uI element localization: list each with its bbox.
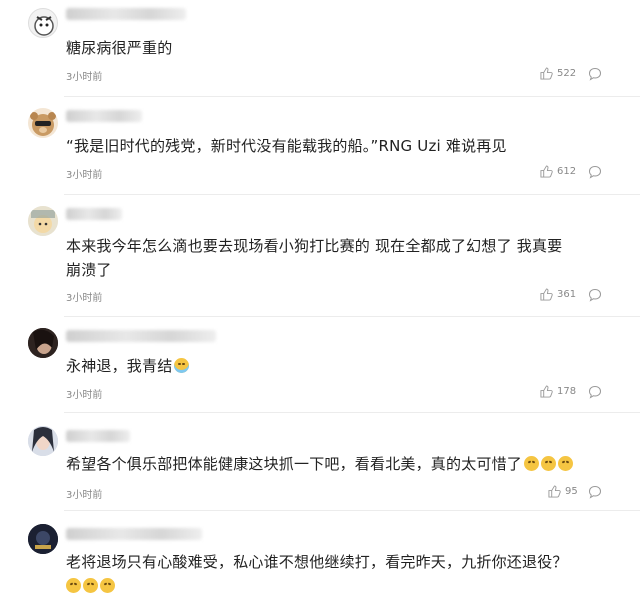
like-count: 95 [565,486,578,497]
comment-text: 老将退场只有心酸难受，私心谁不想他继续打，看完昨天，九折你还退役？ [66,553,568,571]
comment-text-content: 希望各个俱乐部把体能健康这块抓一下吧，看看北美，真的太可惜了 [66,455,523,473]
comment-time: 3小时前 [66,293,103,304]
comment-text: “我是旧时代的残党，新时代没有能载我的船。”RNG Uzi 难说再见 [66,137,507,155]
thumbs-up-icon [540,385,553,398]
thumbs-up-icon [540,67,553,80]
username-redacted[interactable] [66,528,202,540]
like-count: 178 [557,386,577,397]
comment-item: 老将退场只有心酸难受，私心谁不想他继续打，看完昨天，九折你还退役？ [0,510,640,597]
like-button[interactable]: 522 [540,67,576,80]
worried-face-emoji [541,456,557,471]
worried-face-emoji [66,578,81,593]
comment-time: 3小时前 [66,490,103,501]
comment-time: 3小时前 [66,72,103,83]
like-count: 612 [557,166,577,177]
speech-bubble-icon[interactable] [588,288,602,302]
comment-item: 糖尿病很严重的 3小时前 522 [0,0,640,96]
thumbs-up-icon [540,165,553,178]
crying-face-emoji [174,358,190,373]
username-redacted[interactable] [66,8,186,20]
avatar[interactable] [28,426,58,456]
comment-text: 糖尿病很严重的 [66,39,173,57]
like-button[interactable]: 95 [548,485,578,498]
speech-bubble-icon[interactable] [588,485,602,499]
comment-item: 永神退，我青结 3小时前 178 [0,316,640,412]
like-count: 361 [557,289,577,300]
comment-text-content: 永神退，我青结 [66,357,173,375]
avatar[interactable] [28,524,58,554]
username-redacted[interactable] [66,110,142,122]
comment-time: 3小时前 [66,170,103,181]
emoji-row [66,576,115,595]
thumbs-up-icon [540,288,553,301]
worried-face-emoji [558,456,574,471]
avatar[interactable] [28,328,58,358]
speech-bubble-icon[interactable] [588,67,602,81]
speech-bubble-icon[interactable] [588,165,602,179]
username-redacted[interactable] [66,208,122,220]
like-button[interactable]: 612 [540,165,576,178]
like-button[interactable]: 361 [540,288,576,301]
comment-text-line: 崩溃了 [66,261,112,279]
comment-text: 永神退，我青结 [66,354,616,378]
speech-bubble-icon[interactable] [588,385,602,399]
avatar[interactable] [28,108,58,138]
comment-text-line: 本来我今年怎么滴也要去现场看小狗打比赛的 现在全都成了幻想了 我真要 [66,237,563,255]
like-count: 522 [557,68,577,79]
avatar[interactable] [28,206,58,236]
username-redacted[interactable] [66,330,216,342]
worried-face-emoji [524,456,540,471]
username-redacted[interactable] [66,430,130,442]
comment-item: “我是旧时代的残党，新时代没有能载我的船。”RNG Uzi 难说再见 3小时前 … [0,96,640,194]
worried-face-emoji [83,578,98,593]
worried-face-emoji [100,578,115,593]
thumbs-up-icon [548,485,561,498]
comment-item: 本来我今年怎么滴也要去现场看小狗打比赛的 现在全都成了幻想了 我真要 崩溃了 3… [0,194,640,316]
like-button[interactable]: 178 [540,385,576,398]
avatar[interactable] [28,8,58,38]
comment-text: 希望各个俱乐部把体能健康这块抓一下吧，看看北美，真的太可惜了 [66,452,616,476]
comment-time: 3小时前 [66,390,103,401]
comment-item: 希望各个俱乐部把体能健康这块抓一下吧，看看北美，真的太可惜了 3小时前 95 [0,412,640,510]
